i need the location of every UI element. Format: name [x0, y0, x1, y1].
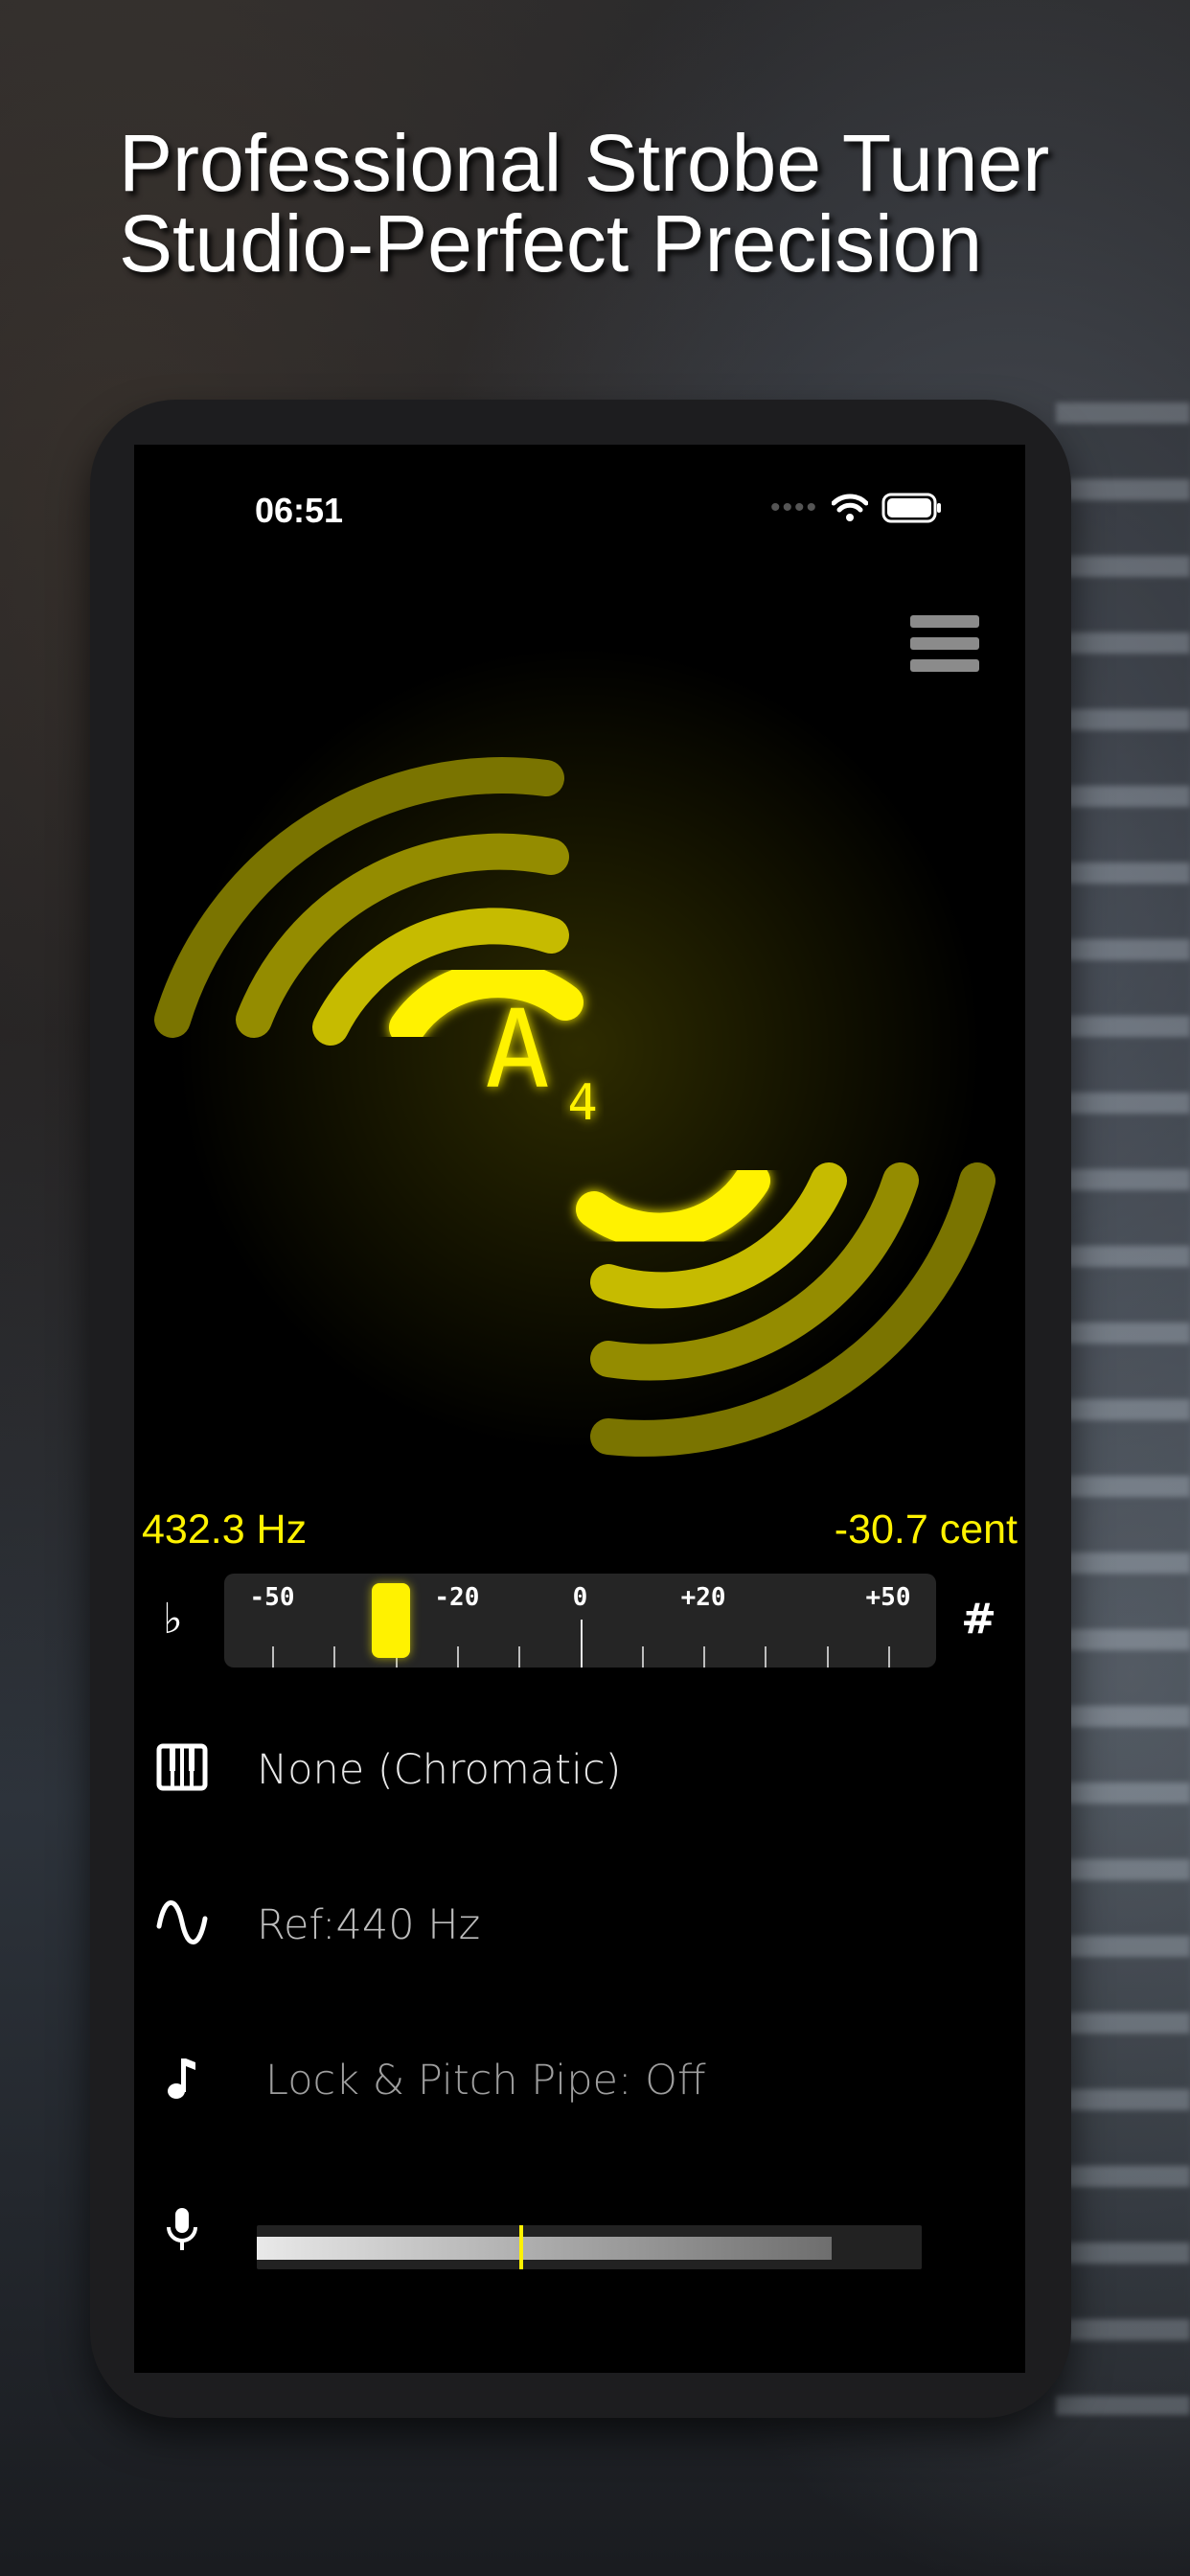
status-icons: •••• — [770, 493, 943, 523]
flat-symbol: ♭ — [163, 1595, 183, 1644]
note-octave: 4 — [567, 1074, 597, 1132]
signal-dots-icon: •••• — [769, 492, 818, 523]
cents-readout: -30.7 cent — [834, 1506, 1018, 1552]
meter-tick — [888, 1646, 890, 1668]
frequency-readout: 432.3 Hz — [142, 1506, 308, 1552]
lock-pitch-pipe-setting[interactable]: Lock & Pitch Pipe: Off — [134, 2037, 1025, 2124]
temperament-label: None (Chromatic) — [257, 1746, 622, 1794]
sine-wave-icon — [156, 1900, 208, 1944]
meter-scale-label: -50 — [249, 1583, 295, 1612]
tuner-screen: 06:51 •••• A 4 432.3 Hz -30.7 cent ♭ -50… — [134, 445, 1025, 2373]
meter-center-tick — [580, 1620, 583, 1668]
strobe-halo — [177, 646, 982, 1451]
microphone-icon — [167, 2208, 197, 2250]
reference-setting[interactable]: Ref:440 Hz — [134, 1882, 1025, 1968]
background-strings — [1056, 402, 1190, 2415]
meter-scale-label: +50 — [865, 1583, 911, 1612]
meter-tick — [333, 1646, 336, 1668]
battery-icon — [881, 493, 941, 523]
strobe-display: A 4 — [154, 646, 995, 1457]
input-level-meter — [257, 2225, 922, 2269]
reference-label: Ref:440 Hz — [257, 1901, 481, 1949]
input-threshold-marker[interactable] — [519, 2225, 524, 2269]
meter-scale-label: +20 — [680, 1583, 726, 1612]
meter-tick — [272, 1646, 274, 1668]
cents-meter: -50 -20 0 +20 +50 — [224, 1574, 936, 1668]
piano-keys-icon — [156, 1743, 208, 1791]
input-level-row — [134, 2189, 1025, 2275]
meter-scale-labels: -50 -20 0 +20 +50 — [224, 1583, 936, 1612]
status-time: 06:51 — [255, 491, 344, 530]
meter-tick — [456, 1646, 459, 1668]
headline-line-1: Professional Strobe Tuner — [119, 118, 1050, 208]
input-level-fill — [257, 2237, 833, 2260]
note-letter: A — [485, 988, 549, 1113]
lock-pitch-pipe-label: Lock & Pitch Pipe: Off — [265, 2057, 706, 2104]
meter-tick — [765, 1646, 767, 1668]
meter-tick — [641, 1646, 644, 1668]
temperament-setting[interactable]: None (Chromatic) — [134, 1727, 1025, 1813]
music-note-icon — [168, 2058, 195, 2099]
promo-headline: Professional Strobe Tuner Studio-Perfect… — [119, 123, 1125, 284]
meter-scale-label: 0 — [572, 1583, 588, 1612]
wifi-icon — [832, 494, 868, 521]
sharp-symbol: # — [961, 1595, 996, 1644]
meter-scale-label: -20 — [434, 1583, 480, 1612]
cents-needle — [372, 1583, 411, 1658]
cents-meter-row: ♭ -50 -20 0 +20 +50 # — [134, 1574, 1025, 1669]
meter-tick — [518, 1646, 521, 1668]
headline-line-2: Studio-Perfect Precision — [119, 198, 983, 288]
meter-tick — [826, 1646, 829, 1668]
meter-ticks — [224, 1610, 936, 1668]
meter-tick — [703, 1646, 706, 1668]
tuning-readouts: 432.3 Hz -30.7 cent — [142, 1506, 1018, 1554]
